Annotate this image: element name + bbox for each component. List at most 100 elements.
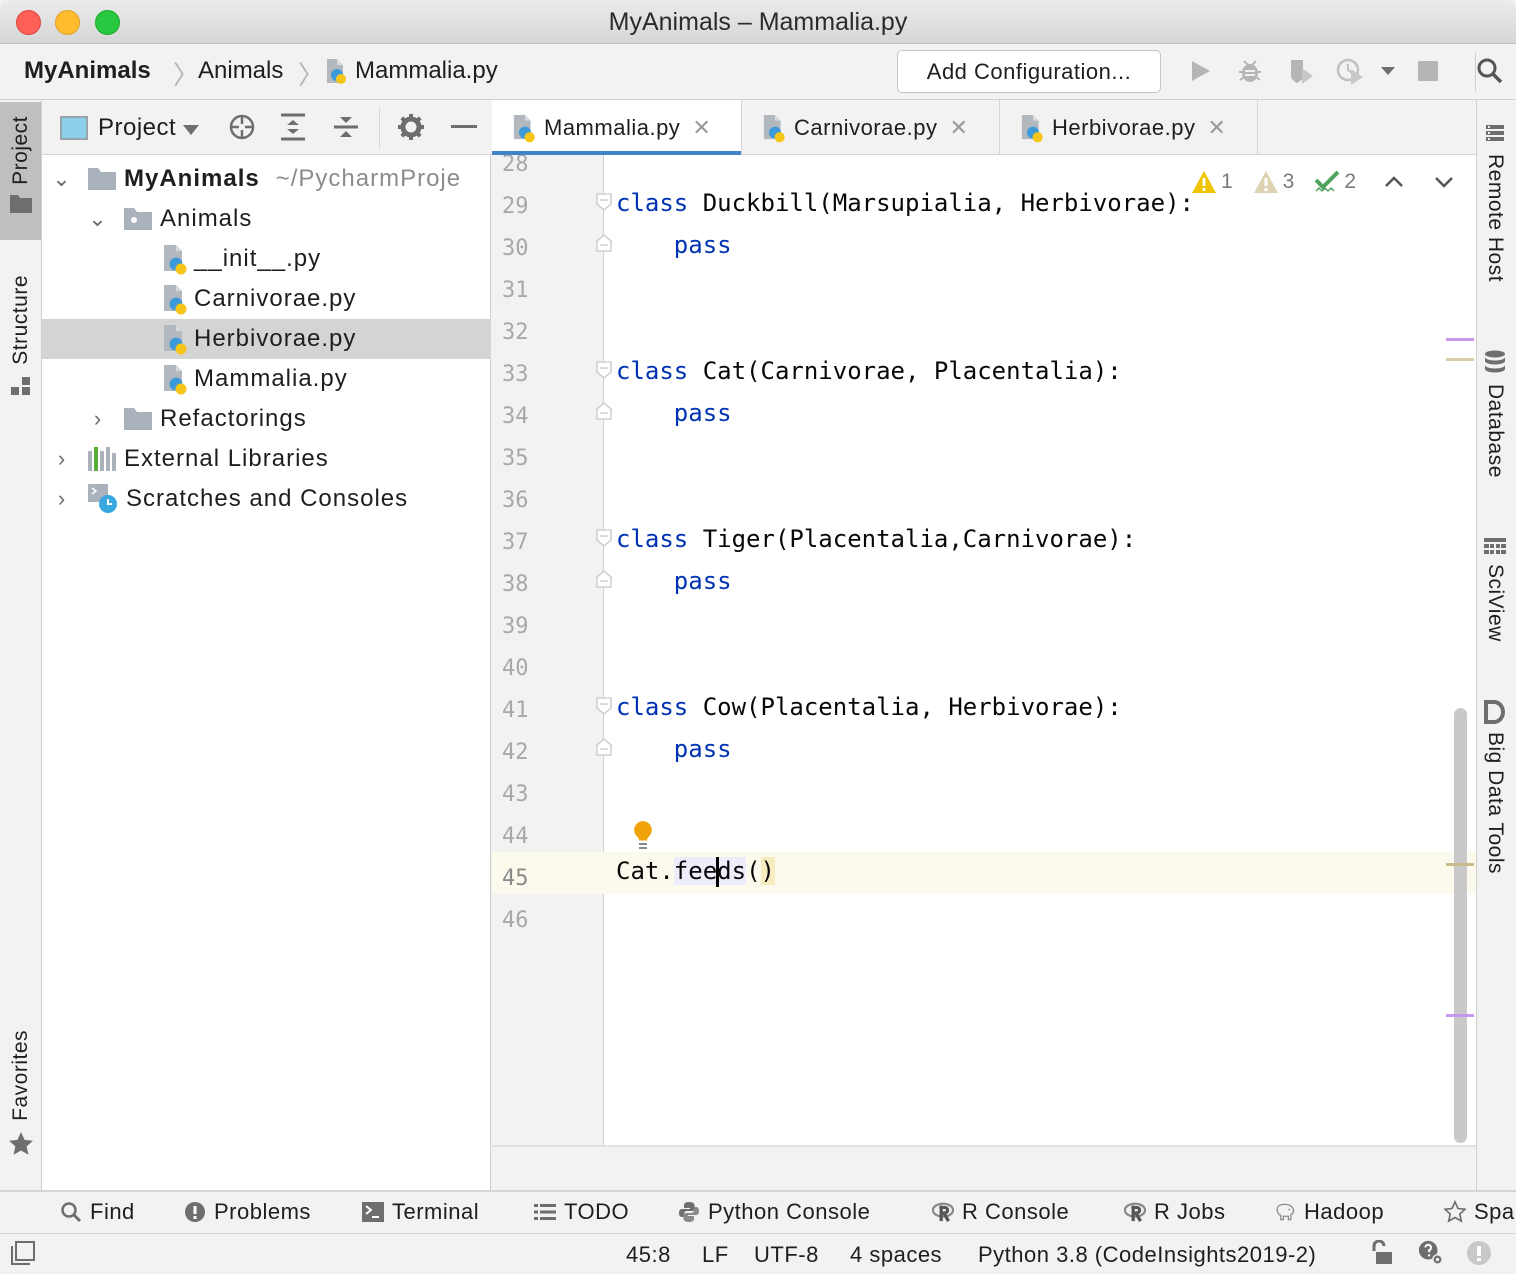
tree-item-mammalia[interactable]: Mammalia.py <box>42 359 491 399</box>
stripe-favorites-button[interactable]: Favorites <box>0 1030 41 1170</box>
coverage-icon[interactable] <box>1287 57 1315 85</box>
stripe-sciview-button[interactable]: SciView <box>1483 538 1507 642</box>
fold-end-icon[interactable] <box>596 234 612 252</box>
project-view-selector[interactable]: Project <box>98 114 200 142</box>
run-dropdown-icon[interactable] <box>1374 57 1402 85</box>
stripe-database-button[interactable]: Database <box>1483 350 1507 478</box>
gear-icon[interactable] <box>396 112 426 142</box>
fold-end-icon[interactable] <box>596 738 612 756</box>
chevron-right-icon[interactable]: › <box>52 446 72 472</box>
code-line: pass <box>616 735 732 763</box>
stripe-structure-label: Structure <box>8 275 32 365</box>
typos-count[interactable]: 2 <box>1314 169 1356 195</box>
hide-panel-icon[interactable] <box>449 112 479 142</box>
tree-item-myanimals[interactable]: ⌄ MyAnimals ~/PycharmProje <box>42 159 491 199</box>
tool-window-todo[interactable]: TODO <box>534 1199 629 1225</box>
error-stripe-marker[interactable] <box>1446 1014 1474 1017</box>
file-encoding[interactable]: UTF-8 <box>754 1242 819 1268</box>
line-number: 35 <box>502 446 529 471</box>
tool-window-label: Hadoop <box>1304 1199 1385 1224</box>
add-configuration-button[interactable]: Add Configuration... <box>897 50 1161 93</box>
chevron-right-icon[interactable]: › <box>52 486 72 512</box>
breadcrumb-project[interactable]: MyAnimals <box>24 57 151 85</box>
editor-gutter <box>492 155 604 1145</box>
code-text: Cat. <box>616 857 674 885</box>
run-icon[interactable] <box>1186 57 1214 85</box>
project-view-icon <box>60 116 88 140</box>
chevron-down-icon[interactable]: ⌄ <box>52 166 72 192</box>
tool-window-hadoop[interactable]: Hadoop <box>1274 1199 1384 1225</box>
debug-icon[interactable] <box>1236 57 1264 85</box>
line-number: 39 <box>502 614 529 639</box>
stripe-project-button[interactable]: Project <box>0 102 41 240</box>
tool-window-r-jobs[interactable]: R Jobs <box>1124 1199 1225 1225</box>
inspection-widget[interactable]: 1 3 2 <box>1191 169 1454 195</box>
warnings-count[interactable]: 3 <box>1253 170 1294 194</box>
weak-warning-icon <box>1253 171 1278 193</box>
tab-mammalia[interactable]: Mammalia.py ✕ <box>492 100 742 156</box>
tool-window-spark[interactable]: Spa <box>1444 1199 1515 1225</box>
inspection-profile-icon[interactable] <box>1418 1240 1444 1266</box>
tool-window-find[interactable]: Find <box>60 1199 135 1225</box>
profile-icon[interactable] <box>1336 57 1364 85</box>
code-keyword: pass <box>616 231 732 259</box>
tool-window-terminal[interactable]: Terminal <box>362 1199 479 1225</box>
close-tab-icon[interactable]: ✕ <box>692 115 711 141</box>
tree-item-animals[interactable]: ⌄ Animals <box>42 199 491 239</box>
previous-problem-icon[interactable] <box>1384 176 1404 188</box>
tool-window-label: Terminal <box>392 1199 480 1224</box>
fold-end-icon[interactable] <box>596 402 612 420</box>
stripe-big-data-tools-button[interactable]: Big Data Tools <box>1483 700 1507 874</box>
vertical-scrollbar[interactable] <box>1454 708 1467 1143</box>
tab-herbivorae[interactable]: Herbivorae.py ✕ <box>1000 100 1258 155</box>
error-stripe-marker[interactable] <box>1446 358 1474 361</box>
locate-file-icon[interactable] <box>227 112 257 142</box>
fold-start-icon[interactable] <box>596 193 612 211</box>
stripe-structure-button[interactable]: Structure <box>0 275 41 425</box>
tree-item-external-libraries[interactable]: › External Libraries <box>42 439 491 479</box>
r-icon <box>1124 1201 1146 1223</box>
fold-start-icon[interactable] <box>596 529 612 547</box>
python-interpreter[interactable]: Python 3.8 (CodeInsights2019-2) <box>978 1242 1316 1268</box>
tree-item-carnivorae[interactable]: Carnivorae.py <box>42 279 491 319</box>
tool-window-r-console[interactable]: R Console <box>932 1199 1069 1225</box>
database-icon <box>1485 350 1505 373</box>
error-stripe-marker[interactable] <box>1446 863 1474 866</box>
tool-window-problems[interactable]: Problems <box>184 1199 311 1225</box>
tree-item-init[interactable]: __init__.py <box>42 239 491 279</box>
errors-count[interactable]: 1 <box>1191 170 1233 194</box>
collapse-all-icon[interactable] <box>331 112 361 142</box>
error-stripe-marker[interactable] <box>1446 338 1474 341</box>
chevron-right-icon[interactable]: › <box>88 406 108 432</box>
stripe-remote-host-button[interactable]: Remote Host <box>1483 124 1507 282</box>
indent-settings[interactable]: 4 spaces <box>850 1242 942 1268</box>
search-everywhere-icon[interactable] <box>1476 57 1504 85</box>
tab-carnivorae[interactable]: Carnivorae.py ✕ <box>742 100 1000 155</box>
next-problem-icon[interactable] <box>1434 176 1454 188</box>
tree-item-herbivorae[interactable]: Herbivorae.py <box>42 319 491 359</box>
breadcrumb-animals[interactable]: Animals <box>198 57 283 85</box>
tree-item-label: Scratches and Consoles <box>126 485 409 512</box>
caret-position[interactable]: 45:8 <box>626 1242 671 1268</box>
lightbulb-icon[interactable] <box>632 820 654 852</box>
close-tab-icon[interactable]: ✕ <box>1207 115 1226 141</box>
unlock-icon[interactable] <box>1368 1240 1394 1266</box>
status-bar: 45:8 LF UTF-8 4 spaces Python 3.8 (CodeI… <box>0 1234 1516 1274</box>
chevron-down-icon[interactable]: ⌄ <box>88 206 108 232</box>
fold-start-icon[interactable] <box>596 697 612 715</box>
expand-all-icon[interactable] <box>278 112 308 142</box>
breadcrumb-file[interactable]: Mammalia.py <box>325 57 498 85</box>
tree-item-refactorings[interactable]: › Refactorings <box>42 399 491 439</box>
tool-window-python-console[interactable]: Python Console <box>678 1199 870 1225</box>
stop-icon[interactable] <box>1414 57 1442 85</box>
tree-item-label: Refactorings <box>160 405 307 432</box>
toggle-tool-windows-icon[interactable] <box>10 1240 36 1266</box>
close-tab-icon[interactable]: ✕ <box>949 115 968 141</box>
tree-item-scratches[interactable]: › Scratches and Consoles <box>42 479 491 519</box>
line-separator[interactable]: LF <box>702 1242 729 1268</box>
event-log-icon[interactable] <box>1466 1240 1492 1266</box>
navigation-bar: MyAnimals 〉 Animals 〉 Mammalia.py Add Co… <box>0 45 1516 100</box>
fold-start-icon[interactable] <box>596 361 612 379</box>
fold-end-icon[interactable] <box>596 570 612 588</box>
code-editor[interactable]: Cat.feeds() 1 3 2 28 29 class Duckbill(Mar… <box>492 155 1476 1145</box>
